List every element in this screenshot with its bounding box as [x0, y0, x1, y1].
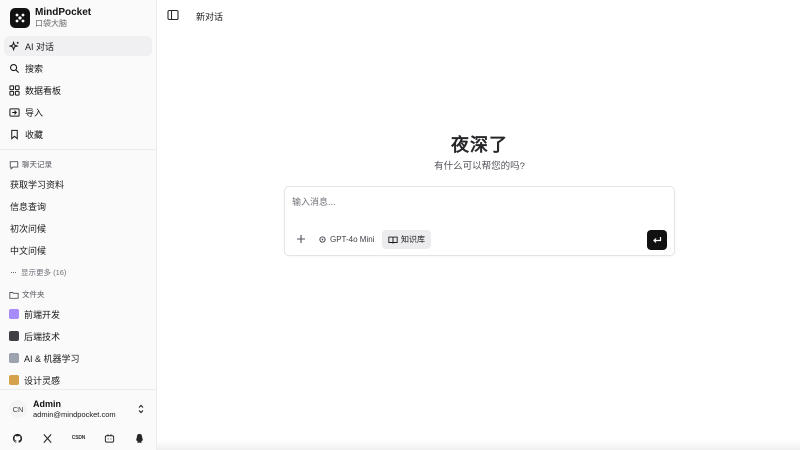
- github-icon[interactable]: [11, 432, 23, 444]
- chat-history-item[interactable]: 信息查询: [4, 197, 152, 215]
- chat-history-header: 聊天记录: [9, 159, 52, 170]
- greeting-subtitle: 有什么可以帮您的吗?: [434, 161, 525, 172]
- brand-subtitle: 口袋大脑: [35, 19, 67, 28]
- chevrons-up-down-icon: [138, 404, 144, 414]
- sidebar-divider: [0, 149, 157, 150]
- more-dots-icon: ···: [10, 267, 17, 277]
- sparkles-icon: [9, 40, 20, 52]
- folders-header: 文件夹: [9, 289, 45, 300]
- chat-history-item[interactable]: 初次问候: [4, 219, 152, 237]
- show-more-button[interactable]: ··· 显示更多 (16): [4, 264, 152, 280]
- nav-label: 搜索: [25, 63, 44, 74]
- folder-item-backend[interactable]: 后端技术: [4, 327, 152, 345]
- openai-icon: [319, 235, 326, 243]
- page-title: 新对话: [196, 12, 224, 22]
- atom-emoji-icon: [9, 309, 19, 319]
- search-icon: [9, 63, 20, 74]
- bottom-fade: [157, 440, 800, 450]
- nav-import[interactable]: 导入: [4, 102, 152, 122]
- nav-search[interactable]: 搜索: [4, 58, 152, 78]
- csdn-icon[interactable]: CSDN: [72, 432, 86, 444]
- enter-icon: [653, 237, 662, 243]
- chat-composer: GPT-4o Mini 知识库: [284, 186, 675, 256]
- x-twitter-icon[interactable]: [42, 432, 54, 444]
- brand[interactable]: MindPocket 口袋大脑: [10, 7, 91, 29]
- chat-history-item[interactable]: 中文问候: [4, 241, 152, 259]
- send-button[interactable]: [647, 230, 667, 250]
- qq-icon[interactable]: [134, 432, 146, 444]
- nav-ai-chat[interactable]: AI 对话: [4, 36, 152, 56]
- message-input[interactable]: [292, 195, 662, 209]
- nav-label: 数据看板: [25, 85, 62, 96]
- nav-label: 收藏: [25, 129, 44, 140]
- user-menu[interactable]: CN Admin admin@mindpocket.com: [4, 397, 152, 421]
- user-email: admin@mindpocket.com: [33, 409, 116, 419]
- greeting-title: 夜深了: [451, 135, 508, 155]
- knowledge-base-toggle[interactable]: 知识库: [382, 230, 431, 249]
- user-name: Admin: [33, 398, 61, 409]
- model-selector[interactable]: GPT-4o Mini: [319, 232, 374, 246]
- brand-name: MindPocket: [35, 7, 92, 18]
- nav-dashboard[interactable]: 数据看板: [4, 80, 152, 100]
- folder-item-frontend[interactable]: 前端开发: [4, 305, 152, 323]
- dashboard-icon: [9, 84, 20, 96]
- plus-icon[interactable]: [296, 234, 306, 244]
- book-open-icon: [388, 236, 398, 243]
- sidebar-toggle-icon[interactable]: [167, 9, 179, 21]
- nav-label: 导入: [25, 107, 44, 118]
- bilibili-icon[interactable]: [103, 432, 115, 444]
- chat-history-item[interactable]: 获取学习资料: [4, 175, 152, 193]
- import-icon: [9, 107, 20, 118]
- folder-icon: [9, 291, 19, 299]
- palette-emoji-icon: [9, 375, 19, 385]
- nav-favorites[interactable]: 收藏: [4, 124, 152, 144]
- folder-item-ai-ml[interactable]: AI & 机器学习: [4, 349, 152, 367]
- folder-item-design[interactable]: 设计灵感: [4, 371, 152, 389]
- bookmark-icon: [9, 129, 20, 140]
- message-icon: [9, 160, 19, 170]
- top-bar: 新对话: [157, 0, 800, 30]
- nav-label: AI 对话: [25, 41, 55, 52]
- footer-links: CSDN: [0, 428, 157, 448]
- desktop-emoji-icon: [9, 331, 19, 341]
- sidebar: MindPocket 口袋大脑 AI 对话 搜索 数据看板 导入 收藏 聊天记录…: [0, 0, 157, 450]
- brand-logo-icon: [10, 8, 30, 28]
- sidebar-divider: [0, 389, 157, 390]
- avatar: CN: [9, 400, 27, 418]
- robot-emoji-icon: [9, 353, 19, 363]
